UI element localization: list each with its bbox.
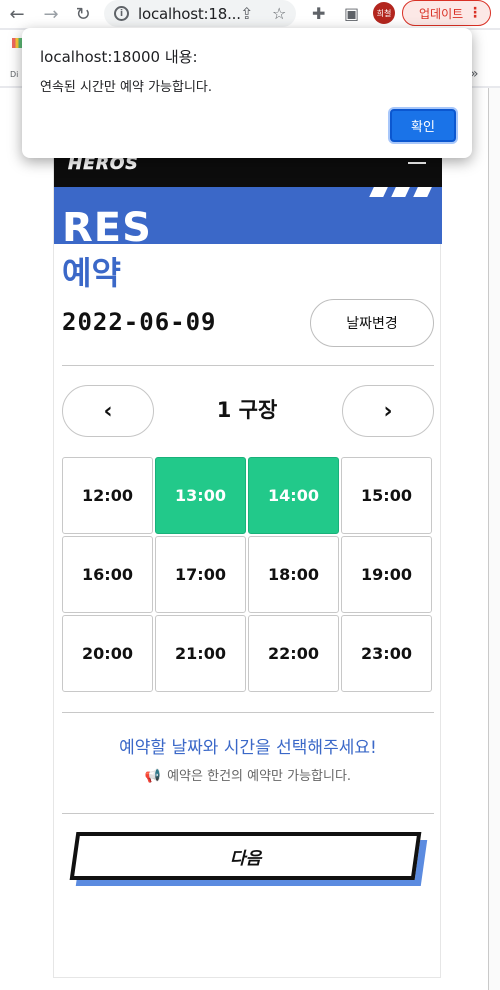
more-menu-icon[interactable]: ⋮ [468,4,482,22]
share-icon[interactable]: ⇪ [240,4,253,23]
time-slot-button[interactable]: 13:00 [155,457,246,534]
address-bar[interactable]: i localhost:18... [104,0,296,27]
alert-dialog: localhost:18000 내용: 연속된 시간만 예약 가능합니다. 확인 [22,28,472,158]
reservation-note-text: 예약은 한건의 예약만 가능합니다. [167,769,352,784]
extensions-icon[interactable]: ✚ [312,4,325,23]
apps-icon[interactable] [12,38,22,48]
profile-avatar[interactable]: 희철 [373,2,395,24]
chevron-left-icon: ‹ [103,398,113,424]
court-name: 1 구장 [216,398,278,422]
page-banner: RES [54,187,442,244]
change-date-button[interactable]: 날짜변경 [310,299,434,347]
prev-court-button[interactable]: ‹ [62,385,154,437]
scrollbar-track[interactable] [488,88,500,990]
time-slot-button[interactable]: 12:00 [62,457,153,534]
dialog-title: localhost:18000 내용: [40,48,198,66]
banner-text: RES [62,205,152,244]
back-icon[interactable]: ← [6,4,28,25]
time-slot-button[interactable]: 15:00 [341,457,432,534]
time-slot-button[interactable]: 23:00 [341,615,432,692]
time-slot-button[interactable]: 16:00 [62,536,153,613]
bookmark-star-icon[interactable]: ☆ [272,4,286,23]
time-slot-button[interactable]: 20:00 [62,615,153,692]
next-court-button[interactable]: › [342,385,434,437]
instruction-message: 예약할 날짜와 시간을 선택해주세요! [119,738,377,758]
time-slot-button[interactable]: 18:00 [248,536,339,613]
site-info-icon[interactable]: i [114,6,129,21]
page-title: 예약 [62,254,121,292]
next-button[interactable]: 다음 [69,832,422,880]
divider [62,712,434,713]
time-slot-button[interactable]: 21:00 [155,615,246,692]
bookmark-item[interactable]: Di [10,70,18,79]
browser-toolbar: ← → ↻ i localhost:18... ⇪ ☆ ✚ ▣ 희철 업데이트 … [0,0,500,28]
next-button-label: 다음 [229,848,262,869]
address-url: localhost:18... [138,4,241,23]
chevron-right-icon: › [383,398,393,424]
reservation-note: 📢 예약은 한건의 예약만 가능합니다. [54,765,442,784]
divider [62,365,434,366]
time-slot-button[interactable]: 14:00 [248,457,339,534]
divider [62,813,434,814]
reload-icon[interactable]: ↻ [72,4,94,25]
mobile-app-frame: HEROS RES 예약 2022-06-09 날짜변경 ‹ 1 구장 › 12… [53,88,442,978]
forward-icon[interactable]: → [40,4,62,25]
side-panel-icon[interactable]: ▣ [344,4,359,23]
time-slot-button[interactable]: 22:00 [248,615,339,692]
banner-stripes-decoration [366,187,436,201]
megaphone-icon: 📢 [144,769,162,784]
selected-date: 2022-06-09 [62,308,217,336]
dialog-ok-button[interactable]: 확인 [390,109,456,142]
time-slot-button[interactable]: 19:00 [341,536,432,613]
dialog-message: 연속된 시간만 예약 가능합니다. [40,80,213,95]
update-button[interactable]: 업데이트 ⋮ [402,0,491,26]
time-slot-button[interactable]: 17:00 [155,536,246,613]
update-button-label: 업데이트 [419,6,464,21]
